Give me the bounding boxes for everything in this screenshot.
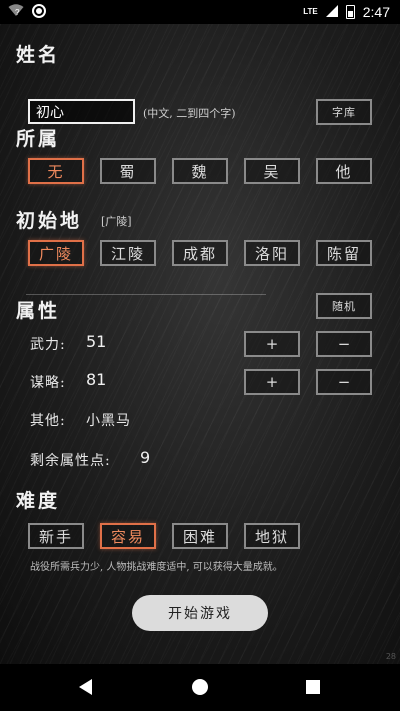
clock: 2:47 [362,4,390,20]
faction-section-title: 所属 [16,128,61,150]
other-label: 其他: [30,413,66,429]
difficulty-option-easy[interactable]: 容易 [100,523,156,549]
name-input[interactable]: 初心 [28,99,135,124]
attributes-section-title: 属性 [16,300,61,322]
martial-minus-button[interactable]: − [316,331,372,357]
navigation-bar [0,664,400,711]
random-button[interactable]: 随机 [316,293,372,319]
name-section-title: 姓名 [16,44,61,66]
origin-current: [广陵] [101,215,132,228]
martial-label: 武力: [30,337,66,353]
back-icon[interactable] [79,679,92,695]
other-value: 小黑马 [86,413,131,429]
wifi-icon: ? [8,4,24,20]
strategy-minus-button[interactable]: − [316,369,372,395]
start-game-button[interactable]: 开始游戏 [132,595,268,631]
battery-icon [345,5,355,19]
name-hint: (中文, 二到四个字) [143,107,236,120]
origin-option-chengdu[interactable]: 成都 [172,240,228,266]
origin-section-title: 初始地 [16,210,83,232]
martial-value: 51 [86,332,107,351]
game-screen: 姓名 初心 (中文, 二到四个字) 字库 所属 无 蜀 魏 吴 他 初始地 [广… [0,24,400,664]
faction-option-wu[interactable]: 吴 [244,158,300,184]
network-type: LTE [303,7,318,16]
origin-option-jiangling[interactable]: 江陵 [100,240,156,266]
strategy-plus-button[interactable]: + [244,369,300,395]
difficulty-section-title: 难度 [16,490,61,512]
origin-divider [26,294,266,295]
martial-plus-button[interactable]: + [244,331,300,357]
remaining-points-label: 剩余属性点: [30,453,111,469]
faction-option-none[interactable]: 无 [28,158,84,184]
library-button[interactable]: 字库 [316,99,372,125]
home-icon[interactable] [192,679,208,695]
recent-apps-icon[interactable] [306,680,320,694]
difficulty-option-hard[interactable]: 困难 [172,523,228,549]
origin-option-chenliu[interactable]: 陈留 [316,240,372,266]
strategy-label: 谋略: [30,375,66,391]
status-bar: ? LTE 2:47 [0,0,400,24]
fps-counter: 28 [385,652,396,661]
difficulty-option-hell[interactable]: 地狱 [244,523,300,549]
remaining-points-value: 9 [140,448,151,467]
signal-icon [325,4,338,20]
strategy-value: 81 [86,370,107,389]
origin-option-luoyang[interactable]: 洛阳 [244,240,300,266]
faction-option-wei[interactable]: 魏 [172,158,228,184]
difficulty-description: 战役所需兵力少, 人物挑战难度适中, 可以获得大量成就。 [30,562,283,573]
faction-option-other[interactable]: 他 [316,158,372,184]
notification-icon [32,3,46,21]
origin-option-guangling[interactable]: 广陵 [28,240,84,266]
svg-text:?: ? [15,8,20,17]
difficulty-option-novice[interactable]: 新手 [28,523,84,549]
faction-option-shu[interactable]: 蜀 [100,158,156,184]
